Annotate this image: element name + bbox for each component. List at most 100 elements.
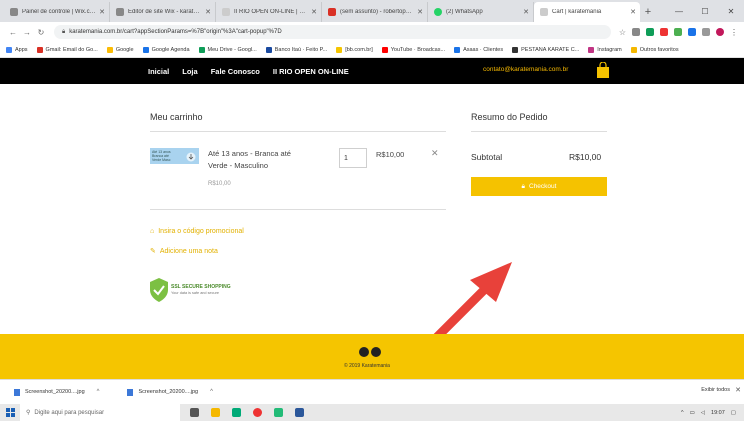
bookmark-item[interactable]: Banco Itaú · Feito P...: [265, 46, 327, 53]
shopping-bag-icon[interactable]: [597, 62, 609, 78]
browser-tab-active[interactable]: Cart | karatemania ✕: [534, 2, 640, 22]
bookmark-item[interactable]: PESTANA KARATE C...: [512, 46, 579, 53]
bookmark-item[interactable]: YouTube · Broadcas...: [381, 46, 445, 53]
nav-link-loja[interactable]: Loja: [182, 67, 197, 76]
file-explorer-icon[interactable]: [211, 408, 220, 417]
browser-tab[interactable]: (2) WhatsApp ✕: [428, 2, 534, 22]
back-icon[interactable]: ←: [6, 28, 20, 37]
app-icon[interactable]: [274, 408, 283, 417]
minimize-icon[interactable]: —: [666, 0, 692, 22]
instagram-icon: [588, 46, 595, 53]
gmail-icon: [36, 46, 43, 53]
extension-icon[interactable]: [646, 28, 654, 36]
extension-icon[interactable]: [660, 28, 668, 36]
product-thumbnail[interactable]: Até 13 anos Branca até Verde Masc: [150, 148, 199, 164]
extension-icon[interactable]: [632, 28, 640, 36]
new-tab-button[interactable]: +: [640, 2, 656, 22]
apps-grid-icon: [6, 46, 12, 53]
contact-email-link[interactable]: contato@karatemania.com.br: [483, 66, 568, 73]
tab-close-icon[interactable]: ✕: [630, 8, 636, 16]
download-item[interactable]: Screenshot_20200....jpg ^: [14, 388, 100, 396]
add-note-link[interactable]: ✎ Adicione uma nota: [150, 247, 218, 256]
address-bar[interactable]: 🔒︎ karatemania.com.br/cart?appSectionPar…: [54, 25, 611, 39]
maximize-icon[interactable]: ☐: [692, 0, 718, 22]
chevron-up-icon[interactable]: ^: [210, 389, 213, 395]
checkout-button[interactable]: 🔒︎ Checkout: [471, 177, 607, 196]
tab-close-icon[interactable]: ✕: [99, 8, 105, 16]
calendar-icon: [142, 46, 149, 53]
product-unit-price: R$10,00: [208, 181, 231, 187]
instagram-icon[interactable]: [359, 347, 369, 357]
bookmark-item[interactable]: Apps: [6, 46, 28, 53]
search-icon: ⚲: [26, 410, 31, 416]
bookmark-item[interactable]: Outros favoritos: [630, 46, 679, 53]
browser-tab[interactable]: II RIO OPEN ON-LINE | karat ✕: [216, 2, 322, 22]
tab-close-icon[interactable]: ✕: [205, 8, 211, 16]
bookmark-item[interactable]: [bb.com.br]: [336, 46, 373, 53]
product-name[interactable]: Até 13 anos - Branca até Verde - Masculi…: [208, 148, 308, 172]
tab-close-icon[interactable]: ✕: [311, 8, 317, 16]
quantity-input[interactable]: [339, 148, 367, 168]
site-favicon-icon: [222, 8, 230, 16]
volume-icon[interactable]: ◁: [701, 410, 705, 416]
facebook-icon[interactable]: [371, 347, 381, 357]
close-icon[interactable]: ✕: [735, 386, 741, 394]
notification-icon[interactable]: ▢: [731, 410, 736, 416]
tab-label: (2) WhatsApp: [446, 9, 483, 15]
edge-icon[interactable]: [232, 408, 241, 417]
site-footer: © 2019 Karatemania: [0, 334, 744, 379]
shield-check-icon: [150, 278, 168, 302]
bookmark-star-icon[interactable]: ☆: [619, 28, 626, 37]
reload-icon[interactable]: ↻: [34, 28, 48, 37]
extension-icon[interactable]: [702, 28, 710, 36]
taskbar-search-input[interactable]: ⚲ Digite aqui para pesquisar: [20, 404, 180, 421]
task-view-icon[interactable]: [190, 408, 199, 417]
tab-close-icon[interactable]: ✕: [417, 8, 423, 16]
lock-icon: 🔒︎: [521, 182, 525, 190]
folder-icon: [630, 46, 637, 53]
nav-link-rio-open[interactable]: II RIO OPEN ON-LINE: [273, 67, 349, 76]
bank-icon: [336, 46, 343, 53]
extension-icon[interactable]: [688, 28, 696, 36]
note-icon: ✎: [150, 248, 156, 255]
tray-chevron-icon[interactable]: ^: [681, 410, 684, 416]
nav-link-inicial[interactable]: Inicial: [148, 67, 169, 76]
downloads-bar: Screenshot_20200....jpg ^ Screenshot_202…: [0, 379, 744, 404]
bookmark-item[interactable]: Google Agenda: [142, 46, 190, 53]
promo-code-link[interactable]: ⌂ Insira o código promocional: [150, 228, 244, 235]
bookmark-item[interactable]: Gmail: Email do Go...: [36, 46, 98, 53]
youtube-icon: [381, 46, 388, 53]
browser-tab[interactable]: Editor de site Wix - karatema ✕: [110, 2, 216, 22]
nav-link-fale-conosco[interactable]: Fale Conosco: [211, 67, 260, 76]
browser-tab[interactable]: Painel de controle | Wix.com ✕: [4, 2, 110, 22]
thumbnail-label: Até 13 anos Branca até Verde Masc: [152, 150, 171, 162]
divider: [150, 131, 446, 132]
profile-avatar[interactable]: [716, 28, 724, 36]
bookmark-item[interactable]: Instagram: [588, 46, 622, 53]
remove-item-icon[interactable]: ✕: [431, 148, 439, 159]
clock-time[interactable]: 19:07: [711, 410, 725, 416]
system-tray: ^ ▭ ◁ 19:07 ▢: [681, 404, 736, 421]
tab-close-icon[interactable]: ✕: [523, 8, 529, 16]
menu-kebab-icon[interactable]: ⋮: [730, 28, 738, 37]
cart-title: Meu carrinho: [150, 112, 203, 122]
download-item[interactable]: Screenshot_20200....jpg ^: [127, 388, 213, 396]
bookmark-item[interactable]: Google: [106, 46, 134, 53]
forward-icon[interactable]: →: [20, 28, 34, 37]
extension-icon[interactable]: [674, 28, 682, 36]
ssl-secure-badge: SSL SECURE SHOPPING Your data is safe an…: [150, 278, 236, 302]
bookmark-item[interactable]: Asaas · Clientes: [454, 46, 503, 53]
site-nav: Inicial Loja Fale Conosco II RIO OPEN ON…: [148, 58, 349, 84]
bookmark-item[interactable]: Meu Drive - Googl...: [198, 46, 257, 53]
close-window-icon[interactable]: ✕: [718, 0, 744, 22]
tab-label: Cart | karatemania: [552, 9, 602, 15]
show-all-downloads-button[interactable]: Exibir todos: [701, 387, 730, 393]
windows-start-icon[interactable]: [0, 404, 20, 421]
tab-label: Painel de controle | Wix.com: [22, 9, 97, 15]
chevron-up-icon[interactable]: ^: [97, 389, 100, 395]
word-icon[interactable]: [295, 408, 304, 417]
chrome-icon[interactable]: [253, 408, 262, 417]
google-icon: [106, 46, 113, 53]
browser-tab[interactable]: (sem assunto) - robertopeiro ✕: [322, 2, 428, 22]
network-icon[interactable]: ▭: [690, 410, 695, 416]
